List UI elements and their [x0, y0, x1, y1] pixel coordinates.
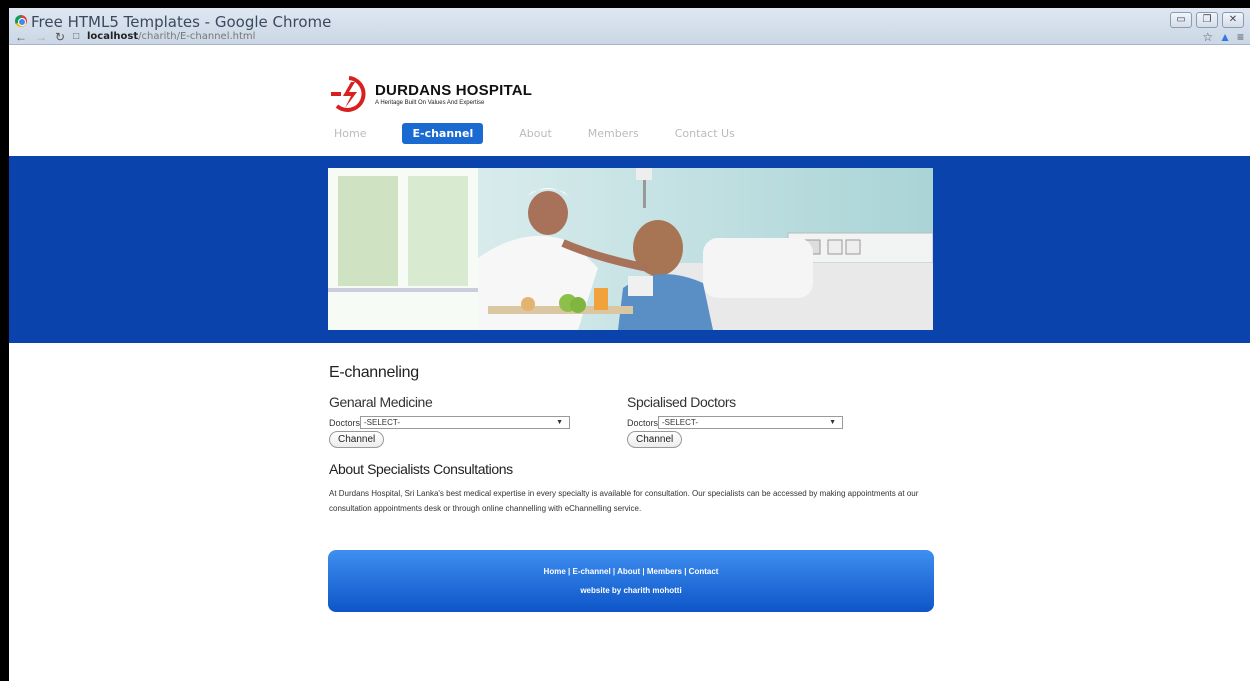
url-path: /charith/E-channel.html [138, 31, 256, 42]
general-doctors-label: Doctors [329, 417, 361, 428]
close-button[interactable]: ✕ [1222, 12, 1244, 28]
bookmark-star-icon[interactable]: ☆ [1202, 30, 1213, 44]
footer-credit: website by charith mohotti [580, 586, 682, 595]
specialised-doctors-panel: Spcialised Doctors Doctors -SELECT- ▼ Ch… [627, 394, 844, 448]
hero-band [9, 156, 1250, 343]
about-text: At Durdans Hospital, Sri Lanka's best me… [329, 489, 919, 513]
specialised-channel-button[interactable]: Channel [627, 431, 683, 448]
address-bar[interactable]: localhost/charith/E-channel.html [87, 31, 255, 42]
dropdown-arrow-icon: ▼ [829, 419, 837, 426]
specialised-select-value: -SELECT- [662, 418, 699, 427]
back-icon[interactable]: ← [15, 31, 27, 43]
specialised-doctors-title: Spcialised Doctors [627, 394, 736, 410]
restore-button[interactable]: ❐ [1196, 12, 1218, 28]
footer-links[interactable]: Home | E-channel | About | Members | Con… [328, 550, 934, 576]
hospital-logo-icon [329, 74, 369, 114]
general-channel-button[interactable]: Channel [329, 431, 385, 448]
site-name: DURDANS HOSPITAL [375, 82, 533, 99]
chrome-icon [15, 15, 27, 27]
forward-icon[interactable]: → [35, 31, 47, 43]
minimize-button[interactable]: ▭ [1170, 12, 1192, 28]
hero-image [328, 168, 933, 330]
url-host: localhost [87, 31, 139, 42]
about-title: About Specialists Consultations [329, 461, 513, 477]
reload-icon[interactable]: ↻ [55, 31, 65, 43]
nav-home[interactable]: Home [334, 127, 366, 140]
extension-icon[interactable]: ▲ [1219, 30, 1231, 44]
general-medicine-title: Genaral Medicine [329, 394, 433, 410]
page-title: E-channeling [329, 364, 419, 381]
echanneling-section: E-channeling Genaral Medicine Doctors -S… [329, 364, 949, 513]
nav-members[interactable]: Members [588, 127, 639, 140]
nav-contact[interactable]: Contact Us [675, 127, 735, 140]
general-doctor-select[interactable]: -SELECT- ▼ [360, 416, 571, 429]
site-tagline: A Heritage Built On Values And Expertise [375, 100, 485, 106]
nav-echannel[interactable]: E-channel [402, 123, 484, 144]
specialised-doctor-select[interactable]: -SELECT- ▼ [658, 416, 844, 429]
menu-icon[interactable]: ≡ [1237, 30, 1244, 44]
main-nav: Home E-channel About Members Contact Us [334, 123, 771, 144]
dropdown-arrow-icon: ▼ [556, 419, 564, 426]
web-page: DURDANS HOSPITAL A Heritage Built On Val… [9, 46, 1250, 681]
page-icon: □ [73, 31, 80, 42]
footer: Home | E-channel | About | Members | Con… [328, 550, 934, 612]
general-medicine-panel: Genaral Medicine Doctors -SELECT- ▼ Chan… [329, 394, 571, 448]
general-select-value: -SELECT- [364, 418, 401, 427]
nav-about[interactable]: About [519, 127, 552, 140]
site-logo[interactable]: DURDANS HOSPITAL A Heritage Built On Val… [329, 74, 532, 114]
window-title: Free HTML5 Templates - Google Chrome [31, 13, 332, 31]
browser-titlebar: Free HTML5 Templates - Google Chrome ← →… [9, 8, 1250, 45]
browser-window: Free HTML5 Templates - Google Chrome ← →… [9, 8, 1250, 681]
specialised-doctors-label: Doctors [627, 417, 659, 428]
